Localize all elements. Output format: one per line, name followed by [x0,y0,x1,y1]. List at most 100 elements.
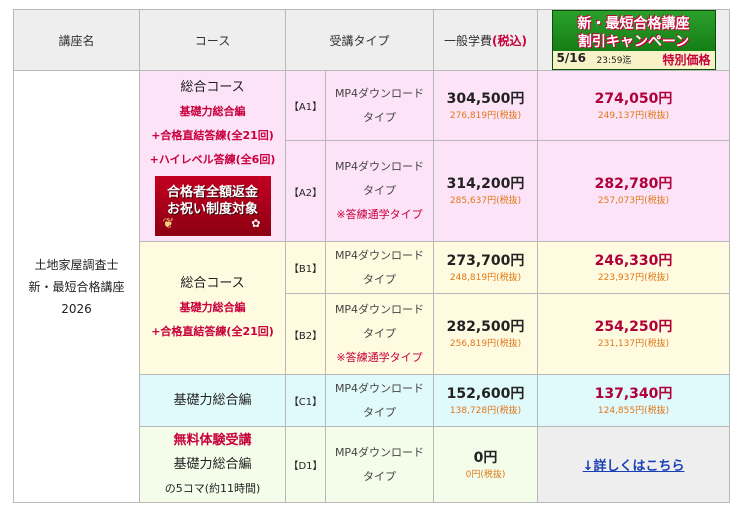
type-line1: MP4ダウンロード [334,445,425,459]
price: 304,500円 [446,90,525,107]
sale-price: 246,330円 [594,252,673,269]
sale-price-ex-tax: 124,855円(税抜) [597,405,670,416]
course-name-cell: 土地家屋調査士 新・最短合格講座 2026 [13,70,140,503]
campaign-header: 新・最短合格講座 割引キャンペーン 5/16 23:59迄 特別価格 [537,9,731,71]
banner-footer: 5/16 23:59迄 特別価格 [552,51,715,69]
details-link[interactable]: ↓詳しくはこちら [583,459,685,474]
row-price: 0円 0円(税抜) [433,426,539,503]
group-d-sub2: の5コマ(約11時間) [164,481,261,495]
price-ex-tax: 248,819円(税抜) [449,272,522,283]
header-price: 一般学費(税込) [433,9,539,71]
row-type: MP4ダウンロード タイプ [324,241,435,294]
type-line2: タイプ [363,405,396,419]
sale-price: 137,340円 [594,385,673,402]
row-code: 【B1】 [285,241,326,294]
row-type: MP4ダウンロード タイプ ※答練通学タイプ [324,140,435,242]
flower-icon: ✿ [251,217,261,230]
row-type: MP4ダウンロード タイプ ※答練通学タイプ [324,293,435,375]
row-sale: 137,340円 124,855円(税抜) [537,374,731,427]
banner-line1: 新・最短合格講座 [577,16,690,32]
price-ex-tax: 285,637円(税抜) [449,196,522,206]
header-course: コース [139,9,286,71]
row-sale: 274,050円 249,137円(税抜) [537,70,731,141]
header-type: 受講タイプ [284,9,435,71]
details-cell: ↓詳しくはこちら [537,426,731,503]
type-line2: タイプ [363,110,396,124]
group-c-title: 基礎力総合編 [173,392,252,408]
type-line2: タイプ [363,184,396,197]
row-code: 【D1】 [285,426,326,503]
group-d-title: 無料体験受講 [173,432,252,448]
group-a-sub3: +ハイレベル答練(全6回) [149,153,276,166]
sale-price-ex-tax: 257,073円(税抜) [597,196,670,206]
banner-time: 23:59迄 [596,56,632,66]
sale-price-ex-tax: 231,137円(税抜) [597,339,670,349]
type-line1: MP4ダウンロード [334,86,425,100]
course-name-line2: 新・最短合格講座 [28,279,125,294]
sale-price-ex-tax: 223,937円(税抜) [597,272,670,283]
group-d-course-cell: 無料体験受講 基礎力総合編 の5コマ(約11時間) [139,426,286,503]
type-line2: タイプ [363,327,396,340]
header-course-name: 講座名 [13,9,140,71]
price: 314,200円 [446,176,525,192]
sale-price: 282,780円 [594,176,673,192]
group-a-course-cell: 総合コース 基礎力総合編 +合格直結答練(全21回) +ハイレベル答練(全6回)… [139,70,286,242]
row-price: 273,700円 248,819円(税抜) [433,241,539,294]
refund-promo-badge[interactable]: 合格者全額返金 お祝い制度対象 ❦ ✿ [154,176,271,236]
sale-price: 274,050円 [594,90,673,107]
price-ex-tax: 256,819円(税抜) [449,339,522,349]
row-type: MP4ダウンロード タイプ [324,70,435,141]
price: 282,500円 [446,319,525,335]
table-row: 土地家屋調査士 新・最短合格講座 2026 総合コース 基礎力総合編 +合格直結… [13,70,731,503]
row-sale: 254,250円 231,137円(税抜) [537,293,731,375]
header-price-tax: (税込) [492,33,528,48]
price-ex-tax: 138,728円(税抜) [449,405,522,416]
banner-line2: 割引キャンペーン [577,34,690,50]
header-price-label: 一般学費 [444,33,493,48]
course-name-line1: 土地家屋調査士 [34,257,119,272]
type-line2: タイプ [363,469,396,483]
price: 152,600円 [446,385,525,402]
group-a-sub1: 基礎力総合編 [179,105,246,118]
group-a-sub2: +合格直結答練(全21回) [151,129,274,142]
row-price: 152,600円 138,728円(税抜) [433,374,539,427]
group-d-sub1: 基礎力総合編 [173,456,252,472]
type-line2: タイプ [363,272,396,286]
type-line1: MP4ダウンロード [334,160,425,173]
price-ex-tax: 276,819円(税抜) [449,110,522,121]
header-row: 講座名 コース 受講タイプ 一般学費(税込) 新・最短合格講座 割引キャンペーン… [13,9,731,71]
row-code: 【B2】 [285,293,326,375]
row-type: MP4ダウンロード タイプ [324,426,435,503]
row-code: 【A1】 [285,70,326,141]
type-line1: MP4ダウンロード [334,381,425,395]
campaign-banner[interactable]: 新・最短合格講座 割引キャンペーン 5/16 23:59迄 特別価格 [551,10,716,70]
price: 273,700円 [446,252,525,269]
price-ex-tax: 0円(税抜) [465,469,506,480]
group-c-course-cell: 基礎力総合編 [139,374,286,427]
group-b-course-cell: 総合コース 基礎力総合編 +合格直結答練(全21回) [139,241,286,375]
banner-special: 特別価格 [662,53,711,67]
price: 0円 [473,449,498,466]
row-price: 314,200円 285,637円(税抜) [433,140,539,242]
group-b-title: 総合コース [180,276,245,291]
row-sale: 282,780円 257,073円(税抜) [537,140,731,242]
sale-price-ex-tax: 249,137円(税抜) [597,110,670,121]
type-note: ※答練通学タイプ [336,208,423,221]
group-a-title: 総合コース [180,80,245,95]
course-name-line3: 2026 [61,301,92,316]
banner-date: 5/16 [556,51,586,65]
price-table: 講座名 コース 受講タイプ 一般学費(税込) 新・最短合格講座 割引キャンペーン… [13,9,731,503]
row-type: MP4ダウンロード タイプ [324,374,435,427]
row-code: 【A2】 [285,140,326,242]
promo-line2: お祝い制度対象 [166,202,258,217]
group-b-sub1: 基礎力総合編 [179,301,246,314]
row-price: 304,500円 276,819円(税抜) [433,70,539,141]
row-price: 282,500円 256,819円(税抜) [433,293,539,375]
type-line1: MP4ダウンロード [334,248,425,262]
row-sale: 246,330円 223,937円(税抜) [537,241,731,294]
type-note: ※答練通学タイプ [336,351,423,364]
row-code: 【C1】 [285,374,326,427]
ribbon-icon: ❦ [162,216,175,232]
type-line1: MP4ダウンロード [334,303,425,316]
group-b-sub2: +合格直結答練(全21回) [151,325,274,338]
